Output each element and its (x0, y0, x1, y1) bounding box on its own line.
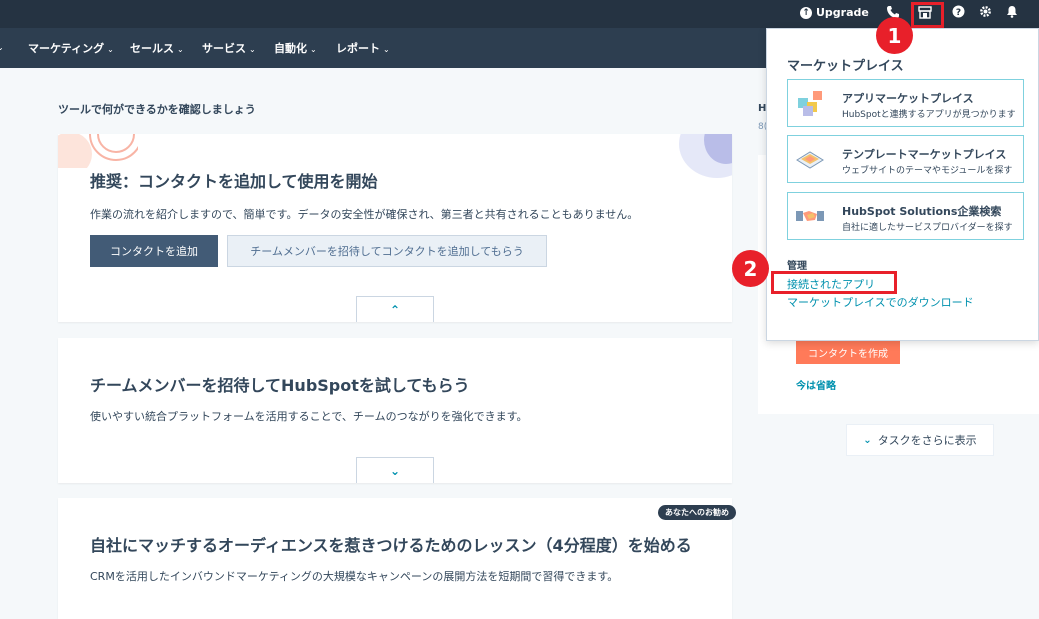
nav-item-sales[interactable]: セールス ⌄ (130, 40, 184, 56)
manage-section-label: 管理 (787, 261, 807, 272)
card-description: 作業の流れを紹介しますので、簡単です。データの安全性が確保され、第三者と共有され… (90, 208, 639, 221)
nav-item-label: セールス (130, 42, 174, 55)
card-description: CRMを活用したインバウンドマーケティングの大規模なキャンペーンの展開方法を短期… (90, 570, 619, 583)
intro-title: ツールで何ができるかを確認しましょう (58, 103, 256, 116)
item-subtitle: HubSpotと連携するアプリが見つかります (842, 110, 1016, 120)
marketplace-highlight-box (911, 2, 944, 28)
app-marketplace-item[interactable]: アプリマーケットプレイス HubSpotと連携するアプリが見つかります (787, 79, 1024, 127)
chevron-down-icon: ⌄ (107, 45, 114, 54)
chevron-down-icon: ⌄ (310, 45, 317, 54)
template-icon (796, 151, 824, 169)
handshake-icon (796, 211, 824, 221)
step-marker-2: 2 (732, 250, 769, 287)
nav-item-label: 自動化 (274, 42, 307, 55)
card-title: 自社にマッチするオーディエンスを惹きつけるためのレッスン（4分程度）を始める (90, 536, 692, 555)
item-subtitle: ウェブサイトのテーマやモジュールを探す (842, 166, 1013, 176)
item-title: テンプレートマーケットプレイス (842, 148, 1007, 161)
upgrade-label: Upgrade (816, 6, 869, 19)
chevron-down-icon: ⌄ (389, 463, 401, 478)
upgrade-button[interactable]: ↑ Upgrade (800, 6, 869, 19)
card-title: 推奨：コンタクトを追加して使用を開始 (90, 172, 378, 191)
solutions-directory-item[interactable]: HubSpot Solutions企業検索 自社に適したサービスプロバイダーを探… (787, 192, 1024, 240)
nav-item-service[interactable]: サービス ⌄ (202, 40, 256, 56)
marketplace-downloads-link[interactable]: マーケットプレイスでのダウンロード (787, 294, 974, 310)
nav-item-reports[interactable]: レポート ⌄ (336, 40, 390, 56)
chevron-up-icon: ⌃ (389, 302, 401, 317)
app-cubes-icon (798, 91, 822, 116)
card-description: 使いやすい統合プラットフォームを活用することで、チームのつながりを強化できます。 (90, 410, 528, 423)
add-contact-button[interactable]: コンタクトを追加 (90, 235, 218, 267)
item-title: HubSpot Solutions企業検索 (842, 205, 1002, 218)
show-more-tasks-button[interactable]: ⌄ タスクをさらに表示 (846, 424, 994, 456)
chevron-down-icon: ⌄ (177, 45, 184, 54)
upgrade-icon: ↑ (800, 6, 812, 19)
decorative-shape (58, 134, 138, 168)
create-contact-button[interactable]: コンタクトを作成 (796, 340, 900, 364)
chevron-down-icon: ⌄ (249, 45, 256, 54)
popup-title: マーケットプレイス (787, 59, 904, 74)
nav-item-label: サービス (202, 42, 246, 55)
notifications-icon[interactable] (1003, 5, 1021, 23)
show-more-tasks-label: タスクをさらに表示 (877, 434, 977, 447)
recommended-badge: あなたへのお勧め (658, 505, 736, 520)
task-card-lesson: 自社にマッチするオーディエンスを惹きつけるためのレッスン（4分程度）を始める C… (58, 498, 732, 619)
task-card-add-contacts: 推奨：コンタクトを追加して使用を開始 作業の流れを紹介しますので、簡単です。デー… (58, 134, 732, 322)
invite-team-add-contacts-button[interactable]: チームメンバーを招待してコンタクトを追加してもらう (227, 235, 547, 267)
expand-card-button[interactable]: ⌄ (356, 457, 434, 483)
item-title: アプリマーケットプレイス (842, 92, 974, 105)
task-card-invite-team: チームメンバーを招待してHubSpotを試してもらう 使いやすい統合プラットフォ… (58, 338, 732, 483)
svg-text:?: ? (955, 8, 960, 18)
nav-item-label: レポート (336, 42, 380, 55)
connected-apps-highlight-box (771, 271, 897, 294)
decorative-shape (679, 134, 732, 178)
skip-for-now-link[interactable]: 今は省略 (796, 377, 836, 392)
marketplace-dropdown: マーケットプレイス アプリマーケットプレイス HubSpotと連携するアプリが見… (766, 28, 1039, 341)
settings-icon[interactable] (976, 5, 994, 23)
step-marker-1: 1 (876, 17, 913, 54)
collapse-card-button[interactable]: ⌃ (356, 296, 434, 322)
item-subtitle: 自社に適したサービスプロバイダーを探す (842, 223, 1013, 233)
nav-overflow-chevron[interactable]: ⌄ (0, 40, 4, 53)
nav-item-label: マーケティング (28, 42, 105, 55)
card-title: チームメンバーを招待してHubSpotを試してもらう (90, 376, 470, 395)
template-marketplace-item[interactable]: テンプレートマーケットプレイス ウェブサイトのテーマやモジュールを探す (787, 135, 1024, 183)
nav-item-automation[interactable]: 自動化 ⌄ (274, 40, 317, 56)
nav-item-marketing[interactable]: マーケティング ⌄ (28, 40, 114, 56)
help-icon[interactable]: ? (949, 5, 967, 23)
chevron-down-icon: ⌄ (863, 434, 872, 446)
chevron-down-icon: ⌄ (383, 45, 390, 54)
